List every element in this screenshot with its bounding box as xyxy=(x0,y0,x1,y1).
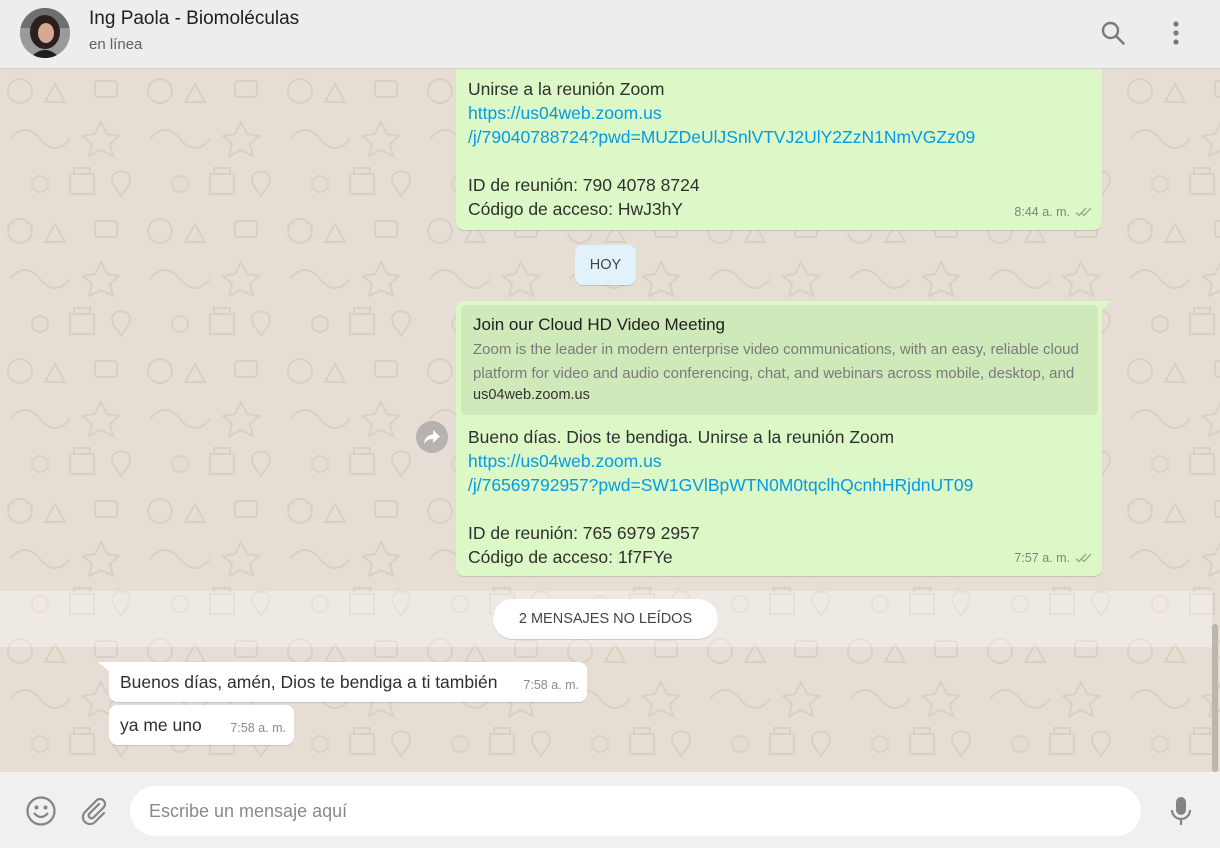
message-time: 8:44 a. m. xyxy=(1014,205,1070,219)
message-text: ya me uno xyxy=(120,715,202,735)
preview-domain: us04web.zoom.us xyxy=(473,387,590,403)
message-incoming[interactable]: Buenos días, amén, Dios te bendiga a ti … xyxy=(109,662,587,702)
emoji-icon[interactable] xyxy=(21,791,61,831)
message-text: Buenos días, amén, Dios te bendiga a ti … xyxy=(120,672,498,692)
meeting-link[interactable]: https://us04web.zoom.us /j/76569792957?p… xyxy=(468,449,973,497)
meeting-id: ID de reunión: 790 4078 8724 xyxy=(468,175,700,195)
meeting-link[interactable]: https://us04web.zoom.us /j/79040788724?p… xyxy=(468,101,975,149)
mic-icon[interactable] xyxy=(1161,791,1201,831)
meeting-link-host[interactable]: https://us04web.zoom.us xyxy=(468,103,662,123)
search-icon[interactable] xyxy=(1095,15,1131,51)
forward-icon[interactable] xyxy=(416,421,448,453)
unread-count-label: 2 MENSAJES NO LEÍDOS xyxy=(493,599,718,639)
meeting-link-path[interactable]: /j/76569792957?pwd=SW1GVlBpWTN0M0tqclhQc… xyxy=(468,475,973,495)
date-divider: HOY xyxy=(575,245,636,285)
contact-name[interactable]: Ing Paola - Biomoléculas xyxy=(89,8,299,30)
meeting-passcode: Código de acceso: HwJ3hY xyxy=(468,199,683,219)
contact-avatar[interactable] xyxy=(20,8,70,58)
contact-status: en línea xyxy=(89,36,143,53)
read-ticks-icon xyxy=(1075,207,1092,217)
message-text: Unirse a la reunión Zoom xyxy=(468,79,665,99)
message-outgoing[interactable]: Unirse a la reunión Zoom https://us04web… xyxy=(456,69,1102,230)
message-time: 7:58 a. m. xyxy=(230,721,286,735)
message-meta: 7:57 a. m. xyxy=(1014,546,1092,570)
attach-icon[interactable] xyxy=(73,791,113,831)
chat-area[interactable]: Unirse a la reunión Zoom https://us04web… xyxy=(0,69,1220,772)
scrollbar[interactable] xyxy=(1212,624,1218,772)
preview-description: Zoom is the leader in modern enterprise … xyxy=(473,341,1079,382)
message-text: Bueno días. Dios te bendiga. Unirse a la… xyxy=(468,427,895,447)
message-input[interactable] xyxy=(130,786,1141,836)
meeting-link-path[interactable]: /j/79040788724?pwd=MUZDeUlJSnlVTVJ2UlY2Z… xyxy=(468,127,975,147)
read-ticks-icon xyxy=(1075,553,1092,563)
meeting-link-host[interactable]: https://us04web.zoom.us xyxy=(468,451,662,471)
meeting-passcode: Código de acceso: 1f7FYe xyxy=(468,547,673,567)
message-incoming[interactable]: ya me uno 7:58 a. m. xyxy=(109,705,294,745)
message-time: 7:58 a. m. xyxy=(523,678,579,692)
message-meta: 8:44 a. m. xyxy=(1014,200,1092,224)
message-time: 7:57 a. m. xyxy=(1014,551,1070,565)
chat-header: Ing Paola - Biomoléculas en línea xyxy=(0,0,1220,69)
compose-bar xyxy=(0,772,1220,848)
link-preview[interactable]: Join our Cloud HD Video Meeting Zoom is … xyxy=(461,305,1098,415)
preview-title: Join our Cloud HD Video Meeting xyxy=(473,315,725,334)
meeting-id: ID de reunión: 765 6979 2957 xyxy=(468,523,700,543)
unread-divider: 2 MENSAJES NO LEÍDOS xyxy=(0,591,1212,647)
menu-icon[interactable] xyxy=(1158,15,1194,51)
